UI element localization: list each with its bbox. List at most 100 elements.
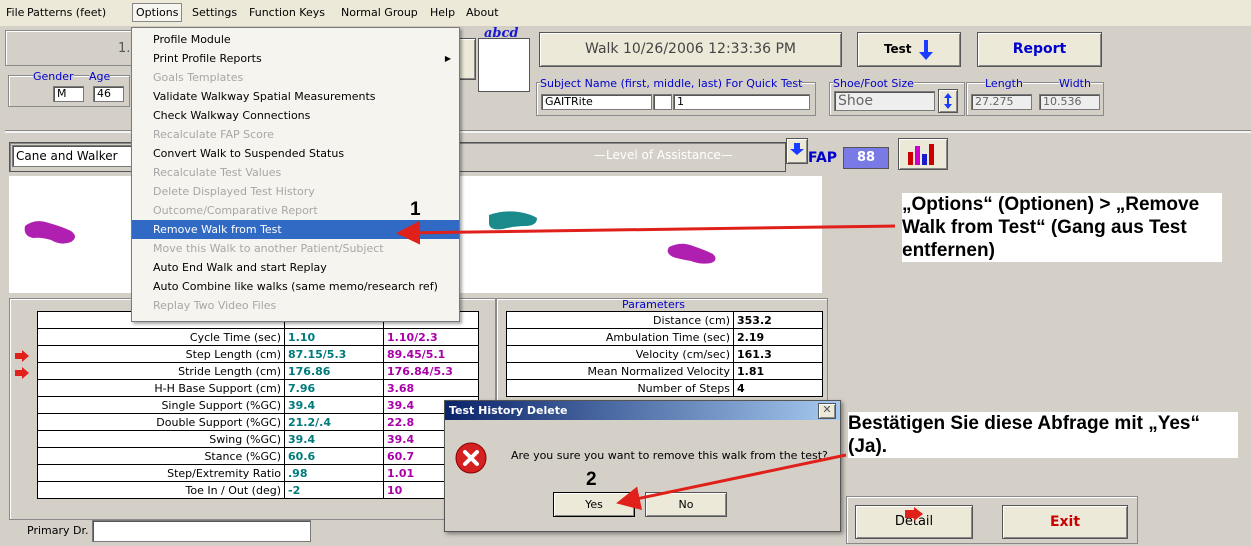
subject-first-field[interactable]: GAITRite (541, 94, 652, 110)
report-button[interactable]: Report (977, 32, 1102, 67)
menu-item-goals-templates: Goals Templates (153, 71, 244, 84)
primary-dr-field[interactable] (92, 520, 311, 542)
close-icon[interactable]: ✕ (818, 403, 836, 419)
detail-button[interactable]: Detail (855, 505, 973, 539)
parameters-table: Distance (cm) 353.2 Ambulation Time (sec)… (506, 311, 823, 397)
length-label: Length (985, 77, 1023, 90)
gender-field[interactable]: M (53, 86, 84, 102)
table-row: Stride Length (cm) 176.86 176.84/5.3 (37, 362, 479, 380)
test-label: Test (883, 42, 912, 56)
foot-size-box: Length Width 27.275 10.536 (966, 77, 1104, 116)
shoe-box: Shoe/Foot Size Shoe (829, 77, 965, 116)
abcd-label: abcd (484, 26, 519, 41)
bar-chart-icon (908, 144, 934, 165)
length-field[interactable]: 27.275 (971, 94, 1032, 110)
yes-button[interactable]: Yes (553, 492, 635, 517)
chart-button[interactable] (898, 138, 948, 170)
table-row: Velocity (cm/sec) 161.3 (506, 345, 823, 363)
nav-button[interactable] (458, 38, 476, 80)
menu-item-move-walk: Move this Walk to another Patient/Subjec… (153, 242, 384, 255)
options-dropdown: Profile Module Print Profile Reports ▶ G… (131, 27, 460, 322)
menu-item-remove-walk[interactable]: Remove Walk from Test (132, 220, 459, 239)
menu-help[interactable]: Help (430, 6, 455, 19)
gender-label: Gender (33, 70, 74, 83)
menu-options[interactable]: Options (132, 3, 183, 22)
dialog-titlebar: Test History Delete ✕ (445, 401, 840, 420)
menu-bar: File Patterns (feet) Options Settings Fu… (0, 0, 1251, 27)
menu-item-auto-combine[interactable]: Auto Combine like walks (same memo/resea… (132, 277, 459, 296)
table-row: Swing (%GC) 39.4 39.4 (37, 430, 479, 448)
age-field[interactable]: 46 (93, 86, 124, 102)
menu-item-recalculate-test: Recalculate Test Values (153, 166, 282, 179)
gait-table: Cycle Time (sec) 1.10 1.10/2.3 Step Length… (37, 311, 479, 499)
shoe-field[interactable]: Shoe (834, 91, 935, 111)
arrow-right-icon (15, 350, 29, 362)
menu-item-recalculate-fap: Recalculate FAP Score (153, 128, 274, 141)
assistance-dropdown-button[interactable] (786, 138, 808, 164)
test-button[interactable]: Test (857, 32, 961, 67)
subject-last-field[interactable]: 1 (673, 94, 810, 110)
assistive-device-field[interactable]: Cane and Walker (12, 145, 137, 167)
step-1-callout: „Options“ (Optionen) > „Remove Walk from… (902, 193, 1222, 262)
age-label: Age (89, 70, 111, 83)
dialog-message: Are you sure you want to remove this wal… (511, 449, 828, 462)
table-row: Single Support (%GC) 39.4 39.4 (37, 396, 479, 414)
menu-patterns[interactable]: Patterns (feet) (27, 6, 106, 19)
submenu-arrow-icon: ▶ (444, 54, 451, 63)
menu-function-keys[interactable]: Function Keys (249, 6, 325, 19)
fap-label: FAP (808, 150, 838, 166)
menu-item-convert-walk[interactable]: Convert Walk to Suspended Status (132, 144, 459, 163)
error-icon (455, 442, 487, 474)
fap-score: 88 (843, 147, 889, 169)
subject-middle-field[interactable] (653, 94, 672, 110)
left-footprint-2 (667, 243, 716, 264)
table-row: Toe In / Out (deg) -2 10 (37, 481, 479, 499)
subject-label: Subject Name (first, middle, last) For Q… (540, 77, 803, 90)
step-2-number: 2 (586, 469, 597, 490)
menu-item-validate-walkway[interactable]: Validate Walkway Spatial Measurements (132, 87, 459, 106)
shoe-spinner[interactable] (938, 89, 958, 113)
menu-item-profile-module[interactable]: Profile Module (132, 30, 459, 49)
subject-box: Subject Name (first, middle, last) For Q… (536, 77, 816, 116)
menu-item-auto-end-walk[interactable]: Auto End Walk and start Replay (132, 258, 459, 277)
exit-button[interactable]: Exit (1002, 505, 1128, 539)
width-field[interactable]: 10.536 (1039, 94, 1100, 110)
table-row: Double Support (%GC) 21.2/.4 22.8 (37, 413, 479, 431)
memo-box[interactable] (478, 38, 530, 92)
parameters-title: Parameters (622, 298, 685, 311)
step-1-number: 1 (410, 199, 421, 220)
menu-item-check-walkway[interactable]: Check Walkway Connections (132, 106, 459, 125)
arrow-right-icon (15, 367, 29, 379)
dialog-title: Test History Delete (449, 404, 568, 417)
confirm-dialog: Test History Delete ✕ Are you sure you w… (444, 400, 841, 532)
primary-dr-label: Primary Dr. (27, 524, 89, 537)
menu-item-replay-video: Replay Two Video Files (153, 299, 277, 312)
shoe-label: Shoe/Foot Size (833, 77, 914, 90)
demographics-box: Gender Age M 46 (8, 70, 130, 107)
up-down-icon (944, 93, 952, 109)
right-footprint (489, 211, 537, 230)
step-2-callout: Bestätigen Sie diese Abfrage mit „Yes“ (… (848, 412, 1238, 458)
menu-item-print-profile-reports[interactable]: Print Profile Reports ▶ (132, 49, 459, 68)
table-row: Step/Extremity Ratio .98 1.01 (37, 464, 479, 482)
table-row: Ambulation Time (sec) 2.19 (506, 328, 823, 346)
arrow-down-icon (790, 143, 804, 155)
table-row: Step Length (cm) 87.15/5.3 89.45/5.1 (37, 345, 479, 363)
selected-row-arrows (15, 350, 29, 379)
table-row: H-H Base Support (cm) 7.96 3.68 (37, 379, 479, 397)
menu-file[interactable]: File (6, 6, 24, 19)
id-panel: 1. (5, 30, 135, 66)
level-of-assistance-label: —Level of Assistance— (594, 148, 733, 162)
no-button[interactable]: No (645, 492, 727, 517)
arrow-right-icon (905, 507, 923, 521)
table-row: Cycle Time (sec) 1.10 1.10/2.3 (37, 328, 479, 346)
left-footprint-1 (24, 221, 75, 244)
patient-id-partial: 1. (118, 41, 131, 56)
menu-settings[interactable]: Settings (192, 6, 237, 19)
walk-title-button[interactable]: Walk 10/26/2006 12:33:36 PM (539, 32, 842, 67)
arrow-down-icon (919, 40, 934, 60)
menu-normal-group[interactable]: Normal Group (341, 6, 418, 19)
menu-about[interactable]: About (466, 6, 499, 19)
table-row: Mean Normalized Velocity 1.81 (506, 362, 823, 380)
table-row: Stance (%GC) 60.6 60.7 (37, 447, 479, 465)
